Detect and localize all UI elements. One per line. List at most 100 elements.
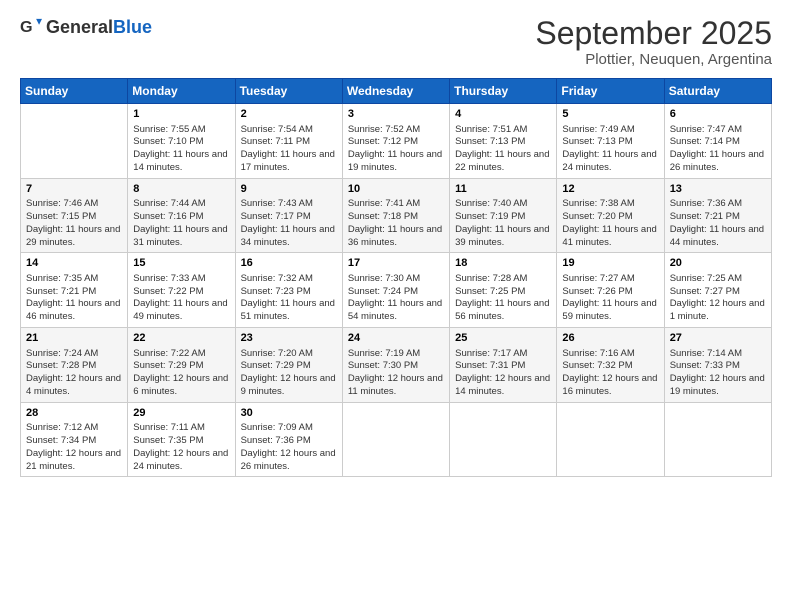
cell-info: Sunrise: 7:54 AMSunset: 7:11 PMDaylight:… (241, 124, 337, 175)
svg-text:G: G (20, 18, 33, 36)
week-row-4: 28Sunrise: 7:12 AMSunset: 7:34 PMDayligh… (21, 402, 772, 477)
col-thursday: Thursday (450, 79, 557, 104)
cell-info: Sunrise: 7:17 AMSunset: 7:31 PMDaylight:… (455, 348, 551, 399)
cell-date-number: 1 (133, 107, 229, 122)
cell-1-6: 13Sunrise: 7:36 AMSunset: 7:21 PMDayligh… (664, 178, 771, 253)
cell-date-number: 21 (26, 331, 122, 346)
cell-info: Sunrise: 7:44 AMSunset: 7:16 PMDaylight:… (133, 198, 229, 249)
cell-info: Sunrise: 7:11 AMSunset: 7:35 PMDaylight:… (133, 422, 229, 473)
logo-general: General (46, 17, 113, 37)
cell-2-6: 20 Sunrise: 7:25 AMSunset: 7:27 PMDayligh… (664, 253, 771, 328)
cell-4-6 (664, 402, 771, 477)
cell-info: Sunrise: 7:49 AMSunset: 7:13 PMDaylight:… (562, 124, 658, 175)
calendar-title: September 2025 (535, 16, 772, 51)
cell-info: Sunrise: 7:32 AMSunset: 7:23 PMDaylight:… (241, 273, 337, 324)
cell-date-number: 23 (241, 331, 337, 346)
cell-4-4 (450, 402, 557, 477)
cell-date-number: 3 (348, 107, 444, 122)
cell-info: Sunrise: 7:30 AMSunset: 7:24 PMDaylight:… (348, 273, 444, 324)
cell-date-number: 2 (241, 107, 337, 122)
cell-date-number: 6 (670, 107, 766, 122)
calendar-table: Sunday Monday Tuesday Wednesday Thursday… (20, 78, 772, 477)
cell-info: Sunrise: 7:25 AMSunset: 7:27 PMDaylight:… (670, 273, 766, 324)
cell-3-5: 26Sunrise: 7:16 AMSunset: 7:32 PMDayligh… (557, 328, 664, 403)
cell-info: Sunrise: 7:41 AMSunset: 7:18 PMDaylight:… (348, 198, 444, 249)
cell-date-number: 24 (348, 331, 444, 346)
cell-date-number: 7 (26, 182, 122, 197)
cell-date-number: 12 (562, 182, 658, 197)
cell-date-number: 17 (348, 256, 444, 271)
cell-info: Sunrise: 7:24 AMSunset: 7:28 PMDaylight:… (26, 348, 122, 399)
cell-1-4: 11Sunrise: 7:40 AMSunset: 7:19 PMDayligh… (450, 178, 557, 253)
col-tuesday: Tuesday (235, 79, 342, 104)
cell-info: Sunrise: 7:43 AMSunset: 7:17 PMDaylight:… (241, 198, 337, 249)
header: G GeneralBlue September 2025 Plottier, N… (20, 16, 772, 68)
cell-2-4: 18Sunrise: 7:28 AMSunset: 7:25 PMDayligh… (450, 253, 557, 328)
cell-0-5: 5 Sunrise: 7:49 AMSunset: 7:13 PMDaylight… (557, 104, 664, 179)
cell-date-number: 30 (241, 406, 337, 421)
cell-info: Sunrise: 7:09 AMSunset: 7:36 PMDaylight:… (241, 422, 337, 473)
cell-4-3 (342, 402, 449, 477)
cell-info: Sunrise: 7:22 AMSunset: 7:29 PMDaylight:… (133, 348, 229, 399)
cell-date-number: 20 (670, 256, 766, 271)
logo-icon: G (20, 16, 42, 38)
title-block: September 2025 Plottier, Neuquen, Argent… (535, 16, 772, 68)
cell-info: Sunrise: 7:19 AMSunset: 7:30 PMDaylight:… (348, 348, 444, 399)
cell-date-number: 22 (133, 331, 229, 346)
logo: G GeneralBlue (20, 16, 152, 38)
cell-info: Sunrise: 7:36 AMSunset: 7:21 PMDaylight:… (670, 198, 766, 249)
cell-info: Sunrise: 7:27 AMSunset: 7:26 PMDaylight:… (562, 273, 658, 324)
cell-0-3: 3 Sunrise: 7:52 AMSunset: 7:12 PMDaylight… (342, 104, 449, 179)
cell-0-6: 6Sunrise: 7:47 AMSunset: 7:14 PMDaylight… (664, 104, 771, 179)
cell-1-5: 12Sunrise: 7:38 AMSunset: 7:20 PMDayligh… (557, 178, 664, 253)
cell-3-1: 22 Sunrise: 7:22 AMSunset: 7:29 PMDayligh… (128, 328, 235, 403)
cell-date-number: 25 (455, 331, 551, 346)
cell-date-number: 15 (133, 256, 229, 271)
calendar-subtitle: Plottier, Neuquen, Argentina (535, 51, 772, 68)
cell-3-3: 24 Sunrise: 7:19 AMSunset: 7:30 PMDayligh… (342, 328, 449, 403)
cell-2-2: 16 Sunrise: 7:32 AMSunset: 7:23 PMDayligh… (235, 253, 342, 328)
cell-date-number: 14 (26, 256, 122, 271)
cell-info: Sunrise: 7:38 AMSunset: 7:20 PMDaylight:… (562, 198, 658, 249)
cell-3-4: 25 Sunrise: 7:17 AMSunset: 7:31 PMDayligh… (450, 328, 557, 403)
cell-1-1: 8Sunrise: 7:44 AMSunset: 7:16 PMDaylight… (128, 178, 235, 253)
cell-4-1: 29Sunrise: 7:11 AMSunset: 7:35 PMDayligh… (128, 402, 235, 477)
cell-date-number: 13 (670, 182, 766, 197)
week-row-2: 14 Sunrise: 7:35 AMSunset: 7:21 PMDayligh… (21, 253, 772, 328)
cell-date-number: 10 (348, 182, 444, 197)
cell-date-number: 29 (133, 406, 229, 421)
col-saturday: Saturday (664, 79, 771, 104)
cell-date-number: 27 (670, 331, 766, 346)
col-wednesday: Wednesday (342, 79, 449, 104)
cell-date-number: 4 (455, 107, 551, 122)
cell-2-0: 14 Sunrise: 7:35 AMSunset: 7:21 PMDayligh… (21, 253, 128, 328)
col-monday: Monday (128, 79, 235, 104)
cell-info: Sunrise: 7:52 AMSunset: 7:12 PMDaylight:… (348, 124, 444, 175)
cell-info: Sunrise: 7:33 AMSunset: 7:22 PMDaylight:… (133, 273, 229, 324)
col-sunday: Sunday (21, 79, 128, 104)
cell-3-0: 21 Sunrise: 7:24 AMSunset: 7:28 PMDayligh… (21, 328, 128, 403)
cell-0-1: 1 Sunrise: 7:55 AMSunset: 7:10 PMDaylight… (128, 104, 235, 179)
cell-4-5 (557, 402, 664, 477)
cell-info: Sunrise: 7:55 AMSunset: 7:10 PMDaylight:… (133, 124, 229, 175)
col-friday: Friday (557, 79, 664, 104)
cell-4-0: 28Sunrise: 7:12 AMSunset: 7:34 PMDayligh… (21, 402, 128, 477)
cell-info: Sunrise: 7:16 AMSunset: 7:32 PMDaylight:… (562, 348, 658, 399)
cell-date-number: 8 (133, 182, 229, 197)
cell-1-0: 7Sunrise: 7:46 AMSunset: 7:15 PMDaylight… (21, 178, 128, 253)
cell-0-2: 2 Sunrise: 7:54 AMSunset: 7:11 PMDaylight… (235, 104, 342, 179)
cell-info: Sunrise: 7:46 AMSunset: 7:15 PMDaylight:… (26, 198, 122, 249)
cell-2-5: 19Sunrise: 7:27 AMSunset: 7:26 PMDayligh… (557, 253, 664, 328)
cell-2-1: 15 Sunrise: 7:33 AMSunset: 7:22 PMDayligh… (128, 253, 235, 328)
cell-date-number: 11 (455, 182, 551, 197)
week-row-3: 21 Sunrise: 7:24 AMSunset: 7:28 PMDayligh… (21, 328, 772, 403)
cell-info: Sunrise: 7:51 AMSunset: 7:13 PMDaylight:… (455, 124, 551, 175)
cell-date-number: 5 (562, 107, 658, 122)
cell-info: Sunrise: 7:40 AMSunset: 7:19 PMDaylight:… (455, 198, 551, 249)
cell-3-2: 23Sunrise: 7:20 AMSunset: 7:29 PMDayligh… (235, 328, 342, 403)
week-row-0: 1 Sunrise: 7:55 AMSunset: 7:10 PMDaylight… (21, 104, 772, 179)
cell-date-number: 18 (455, 256, 551, 271)
cell-info: Sunrise: 7:35 AMSunset: 7:21 PMDaylight:… (26, 273, 122, 324)
cell-date-number: 16 (241, 256, 337, 271)
calendar-header-row: Sunday Monday Tuesday Wednesday Thursday… (21, 79, 772, 104)
